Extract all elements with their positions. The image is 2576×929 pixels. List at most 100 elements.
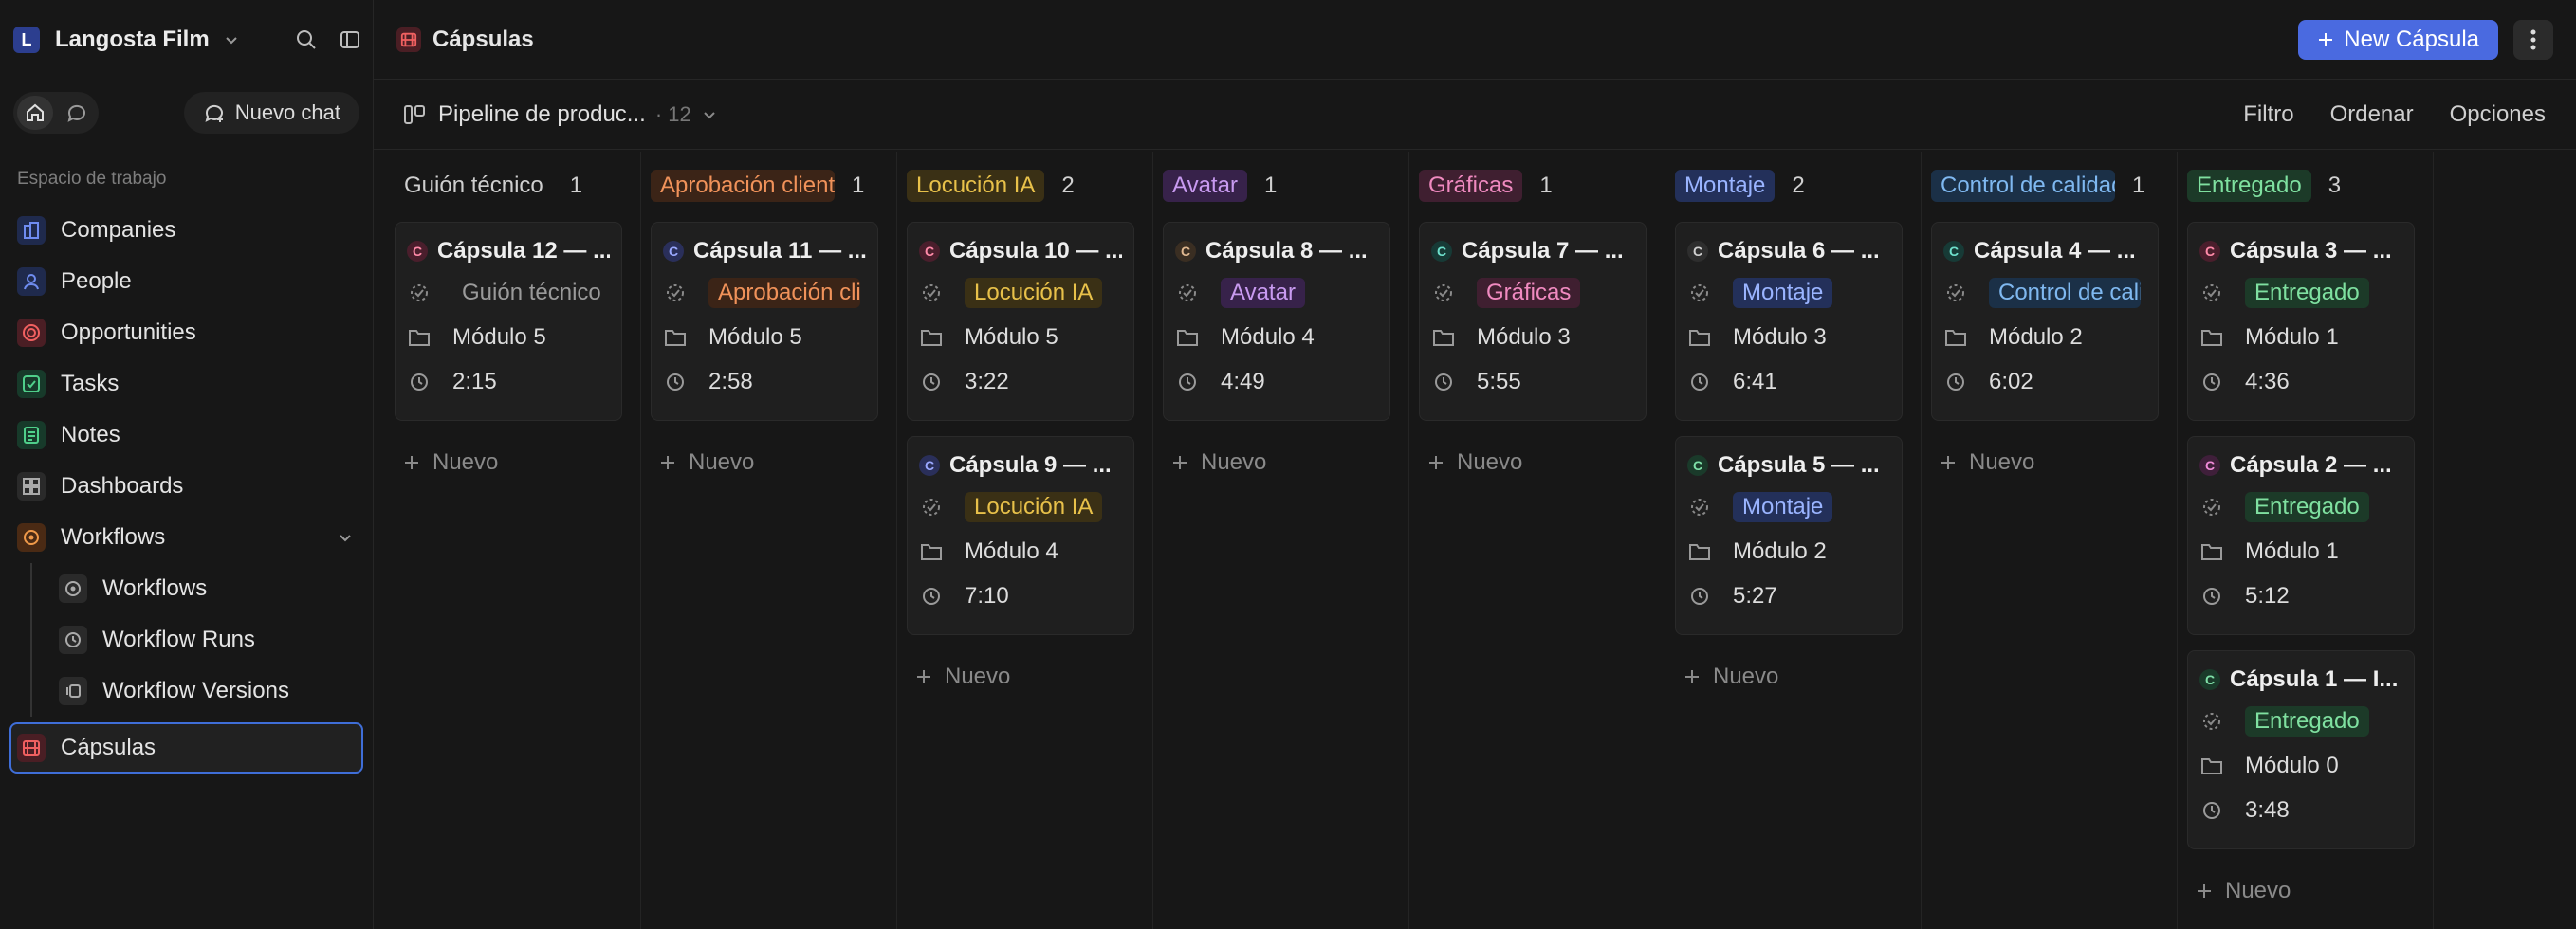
column-header[interactable]: Locución IA 2 (907, 163, 1143, 209)
add-card-button[interactable]: Nuevo (1419, 444, 1655, 482)
new-capsula-button[interactable]: New Cápsula (2298, 19, 2498, 60)
card-duration-field[interactable]: 5:55 (1431, 359, 1634, 404)
card-status-field[interactable]: Locución IA (919, 270, 1122, 315)
workspace-section-label: Espacio de trabajo (17, 169, 167, 189)
filter-button[interactable]: Filtro (2243, 101, 2293, 128)
add-card-button[interactable]: Nuevo (1931, 444, 2167, 482)
search-icon[interactable] (293, 27, 320, 53)
card-module-field[interactable]: Módulo 5 (663, 315, 866, 359)
card-module-field[interactable]: Módulo 0 (2199, 743, 2402, 788)
sort-button[interactable]: Ordenar (2330, 101, 2414, 128)
sidebar-subitem-workflow-runs[interactable]: Workflow Runs (9, 614, 363, 665)
card-module-field[interactable]: Módulo 4 (919, 529, 1122, 574)
workflow-icon (17, 523, 46, 552)
sidebar-item-capsulas[interactable]: Cápsulas (9, 722, 363, 774)
card-duration-field[interactable]: 3:48 (2199, 788, 2402, 832)
view-name: Pipeline de produc... (438, 100, 646, 127)
kanban-card[interactable]: C Cápsula 4 — ... Control de calidad Mód… (1931, 222, 2159, 421)
card-duration-field[interactable]: 2:15 (407, 359, 610, 404)
kanban-card[interactable]: C Cápsula 7 — ... Gráficas Módulo 3 5:55 (1419, 222, 1647, 421)
options-button[interactable]: Opciones (2450, 101, 2546, 128)
sidebar-item-people[interactable]: People (9, 256, 363, 307)
add-card-button[interactable]: Nuevo (651, 444, 887, 482)
sidebar-item-dashboards[interactable]: Dashboards (9, 461, 363, 512)
kanban-card[interactable]: C Cápsula 6 — ... Montaje Módulo 3 6:41 (1675, 222, 1903, 421)
card-module-field[interactable]: Módulo 3 (1687, 315, 1890, 359)
add-card-button[interactable]: Nuevo (2187, 872, 2423, 910)
new-chat-button[interactable]: Nuevo chat (183, 92, 359, 134)
more-options-icon[interactable] (2513, 19, 2553, 60)
card-title-row: C Cápsula 9 — ... (919, 446, 1122, 484)
card-module-field[interactable]: Módulo 1 (2199, 315, 2402, 359)
clock-icon (919, 370, 944, 394)
card-duration-field[interactable]: 4:36 (2199, 359, 2402, 404)
card-module-field[interactable]: Módulo 2 (1687, 529, 1890, 574)
record-avatar: C (407, 241, 428, 262)
card-module-field[interactable]: Módulo 3 (1431, 315, 1634, 359)
card-duration-field[interactable]: 6:41 (1687, 359, 1890, 404)
kanban-card[interactable]: C Cápsula 10 — ... Locución IA Módulo 5 … (907, 222, 1134, 421)
card-duration-field[interactable]: 3:22 (919, 359, 1122, 404)
card-duration-field[interactable]: 5:12 (2199, 574, 2402, 618)
card-duration-field[interactable]: 4:49 (1175, 359, 1378, 404)
module-value: Módulo 5 (452, 323, 546, 350)
card-status-field[interactable]: Gráficas (1431, 270, 1634, 315)
duration-value: 6:41 (1733, 368, 1777, 394)
card-status-field[interactable]: Guión técnico (407, 270, 610, 315)
kanban-card[interactable]: C Cápsula 5 — ... Montaje Módulo 2 5:27 (1675, 436, 1903, 635)
card-module-field[interactable]: Módulo 2 (1943, 315, 2146, 359)
card-status-field[interactable]: Entregado (2199, 484, 2402, 529)
card-status-field[interactable]: Entregado (2199, 270, 2402, 315)
card-status-field[interactable]: Aprobación cliente (663, 270, 866, 315)
kanban-card[interactable]: C Cápsula 9 — ... Locución IA Módulo 4 7… (907, 436, 1134, 635)
sidebar-item-opportunities[interactable]: Opportunities (9, 307, 363, 358)
card-status-field[interactable]: Entregado (2199, 699, 2402, 743)
card-status-field[interactable]: Locución IA (919, 484, 1122, 529)
add-card-button[interactable]: Nuevo (395, 444, 631, 482)
add-card-button[interactable]: Nuevo (907, 658, 1143, 696)
chevron-down-icon[interactable] (337, 529, 354, 546)
card-module-field[interactable]: Módulo 4 (1175, 315, 1378, 359)
sidebar-item-label: Workflows (61, 524, 166, 550)
card-status-field[interactable]: Montaje (1687, 484, 1890, 529)
card-duration-field[interactable]: 7:10 (919, 574, 1122, 618)
sidebar-item-companies[interactable]: Companies (9, 205, 363, 256)
card-duration-field[interactable]: 5:27 (1687, 574, 1890, 618)
folder-icon (1431, 325, 1456, 350)
column-header[interactable]: Aprobación cliente 1 (651, 163, 887, 209)
card-status-field[interactable]: Montaje (1687, 270, 1890, 315)
column-header[interactable]: Guión técnico 1 (395, 163, 631, 209)
kanban-card[interactable]: C Cápsula 11 — ... Aprobación cliente Mó… (651, 222, 878, 421)
workspace-switcher[interactable]: L Langosta Film (13, 21, 240, 59)
chat-bubble-icon[interactable] (59, 96, 95, 130)
sidebar-subitem-workflow-versions[interactable]: Workflow Versions (9, 665, 363, 717)
card-module-field[interactable]: Módulo 1 (2199, 529, 2402, 574)
sidebar-toggle-icon[interactable] (337, 27, 363, 53)
kanban-card[interactable]: C Cápsula 1 — I... Entregado Módulo 0 3:… (2187, 650, 2415, 849)
card-module-field[interactable]: Módulo 5 (919, 315, 1122, 359)
sidebar-subitem-workflows[interactable]: Workflows (9, 563, 363, 614)
add-card-button[interactable]: Nuevo (1675, 658, 1911, 696)
sidebar-item-workflows[interactable]: Workflows (9, 512, 363, 563)
card-status-field[interactable]: Avatar (1175, 270, 1378, 315)
kanban-card[interactable]: C Cápsula 8 — ... Avatar Módulo 4 4:49 (1163, 222, 1390, 421)
card-duration-field[interactable]: 6:02 (1943, 359, 2146, 404)
kanban-card[interactable]: C Cápsula 3 — ... Entregado Módulo 1 4:3… (2187, 222, 2415, 421)
card-duration-field[interactable]: 2:58 (663, 359, 866, 404)
card-title: Cápsula 1 — I... (2230, 666, 2399, 692)
column-header[interactable]: Gráficas 1 (1419, 163, 1655, 209)
sidebar-item-tasks[interactable]: Tasks (9, 358, 363, 410)
kanban-card[interactable]: C Cápsula 12 — ... Guión técnico Módulo … (395, 222, 622, 421)
home-icon[interactable] (17, 96, 53, 130)
column-header[interactable]: Montaje 2 (1675, 163, 1911, 209)
sidebar-item-notes[interactable]: Notes (9, 410, 363, 461)
view-switcher[interactable]: Pipeline de produc... · 12 (402, 101, 718, 128)
add-card-button[interactable]: Nuevo (1163, 444, 1399, 482)
card-status-field[interactable]: Control de calidad (1943, 270, 2146, 315)
column-count: 2 (1061, 173, 1075, 198)
column-header[interactable]: Avatar 1 (1163, 163, 1399, 209)
kanban-card[interactable]: C Cápsula 2 — ... Entregado Módulo 1 5:1… (2187, 436, 2415, 635)
card-module-field[interactable]: Módulo 5 (407, 315, 610, 359)
column-header[interactable]: Entregado 3 (2187, 163, 2423, 209)
column-header[interactable]: Control de calidad 1 (1931, 163, 2167, 209)
